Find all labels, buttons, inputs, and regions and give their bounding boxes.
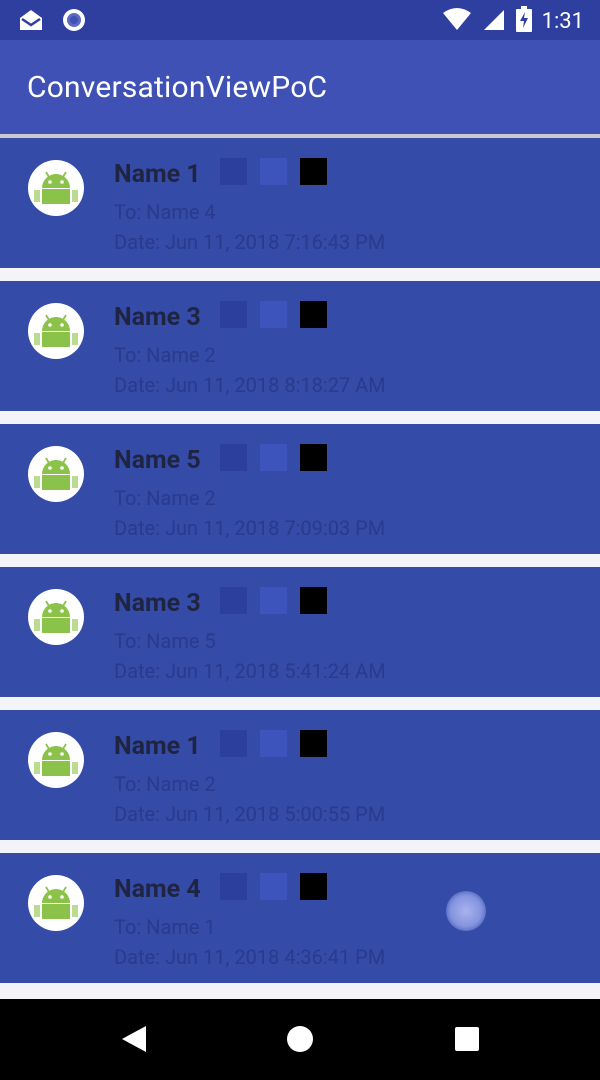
sender-name: Name 3 xyxy=(114,303,201,332)
sender-name: Name 3 xyxy=(114,589,201,618)
conversation-list[interactable]: Name 1 To: Name 4 Date: Jun 11, 2018 7:1… xyxy=(0,138,600,996)
conversation-item[interactable]: Name 3 To: Name 5 Date: Jun 11, 2018 5:4… xyxy=(0,567,600,697)
back-icon[interactable] xyxy=(120,1024,148,1058)
color-square-3 xyxy=(300,730,327,757)
sender-name: Name 1 xyxy=(114,160,201,189)
app-title: ConversationViewPoC xyxy=(27,70,328,105)
conversation-item[interactable]: Name 4 To: Name 1 Date: Jun 11, 2018 4:3… xyxy=(0,853,600,983)
color-square-1 xyxy=(220,873,247,900)
conversation-item[interactable]: Name 1 To: Name 4 Date: Jun 11, 2018 7:1… xyxy=(0,138,600,268)
app-bar: ConversationViewPoC xyxy=(0,40,600,134)
android-icon xyxy=(34,886,78,919)
sync-circle-icon xyxy=(62,8,86,36)
date-line: Date: Jun 11, 2018 4:36:41 PM xyxy=(114,945,386,969)
recipient-line: To: Name 2 xyxy=(114,343,216,367)
battery-charging-icon xyxy=(515,6,532,36)
android-icon xyxy=(34,743,78,776)
avatar xyxy=(28,732,84,788)
sender-name: Name 1 xyxy=(114,732,201,761)
sender-name: Name 4 xyxy=(114,875,201,904)
mail-notification-icon xyxy=(18,8,44,36)
color-square-1 xyxy=(220,730,247,757)
color-square-3 xyxy=(300,587,327,614)
color-square-1 xyxy=(220,587,247,614)
date-line: Date: Jun 11, 2018 5:41:24 AM xyxy=(114,659,386,683)
avatar xyxy=(28,303,84,359)
home-icon[interactable] xyxy=(286,1024,314,1058)
color-square-3 xyxy=(300,873,327,900)
avatar xyxy=(28,589,84,645)
color-square-2 xyxy=(260,301,287,328)
color-square-2 xyxy=(260,158,287,185)
navigation-bar xyxy=(0,999,600,1080)
recipient-line: To: Name 1 xyxy=(114,915,216,939)
color-square-3 xyxy=(300,444,327,471)
date-line: Date: Jun 11, 2018 7:09:03 PM xyxy=(114,516,386,540)
recipient-line: To: Name 2 xyxy=(114,772,216,796)
avatar xyxy=(28,446,84,502)
color-square-2 xyxy=(260,873,287,900)
recipient-line: To: Name 2 xyxy=(114,486,216,510)
cell-signal-icon xyxy=(482,7,506,35)
recipient-line: To: Name 5 xyxy=(114,629,216,653)
sender-name: Name 5 xyxy=(114,446,201,475)
color-square-1 xyxy=(220,158,247,185)
android-icon xyxy=(34,314,78,347)
color-square-1 xyxy=(220,301,247,328)
date-line: Date: Jun 11, 2018 7:16:43 PM xyxy=(114,230,386,254)
conversation-item[interactable]: Name 1 To: Name 2 Date: Jun 11, 2018 5:0… xyxy=(0,710,600,840)
date-line: Date: Jun 11, 2018 8:18:27 AM xyxy=(114,373,386,397)
status-time: 1:31 xyxy=(541,8,584,34)
wifi-icon xyxy=(442,7,472,35)
color-square-2 xyxy=(260,444,287,471)
touch-indicator xyxy=(446,891,486,931)
color-square-2 xyxy=(260,730,287,757)
android-icon xyxy=(34,171,78,204)
conversation-item[interactable]: Name 3 To: Name 2 Date: Jun 11, 2018 8:1… xyxy=(0,281,600,411)
status-bar: 1:31 xyxy=(0,0,600,40)
avatar xyxy=(28,875,84,931)
recipient-line: To: Name 4 xyxy=(114,200,216,224)
color-square-2 xyxy=(260,587,287,614)
date-line: Date: Jun 11, 2018 5:00:55 PM xyxy=(114,802,386,826)
recents-icon[interactable] xyxy=(453,1024,481,1058)
conversation-item[interactable]: Name 5 To: Name 2 Date: Jun 11, 2018 7:0… xyxy=(0,424,600,554)
color-square-3 xyxy=(300,301,327,328)
android-icon xyxy=(34,457,78,490)
android-icon xyxy=(34,600,78,633)
color-square-3 xyxy=(300,158,327,185)
color-square-1 xyxy=(220,444,247,471)
avatar xyxy=(28,160,84,216)
